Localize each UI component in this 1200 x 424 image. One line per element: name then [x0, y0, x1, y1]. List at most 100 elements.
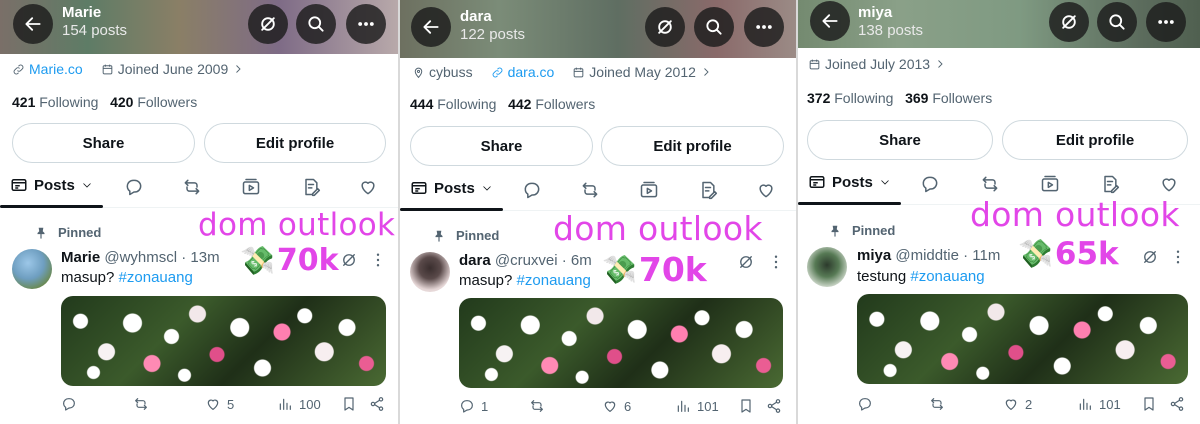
heart-icon — [207, 399, 219, 410]
followers-count[interactable]: 369 — [905, 90, 928, 106]
panel-divider — [398, 0, 400, 424]
avatar[interactable] — [410, 252, 450, 292]
bookmark-button[interactable] — [738, 398, 754, 414]
tab-replies[interactable] — [920, 174, 940, 194]
followers-label[interactable]: Followers — [535, 96, 595, 112]
post-image[interactable] — [857, 294, 1188, 384]
more-button[interactable] — [744, 7, 784, 47]
edit-profile-button[interactable]: Edit profile — [601, 126, 784, 166]
back-button[interactable] — [411, 7, 451, 47]
edit-profile-button[interactable]: Edit profile — [204, 123, 386, 163]
tab-articles[interactable] — [698, 180, 718, 200]
share-icon — [370, 397, 384, 411]
grok-button[interactable] — [1049, 2, 1089, 42]
bookmark-button[interactable] — [341, 396, 357, 412]
tab-posts[interactable]: Posts — [808, 173, 891, 191]
bookmark-button[interactable] — [1141, 396, 1157, 412]
back-button[interactable] — [810, 1, 850, 41]
share-post-button[interactable] — [766, 398, 782, 414]
grok-button[interactable] — [248, 4, 288, 44]
avatar[interactable] — [807, 247, 847, 287]
post-more-button[interactable] — [1169, 248, 1187, 266]
search-button[interactable] — [694, 7, 734, 47]
post-author-name[interactable]: dara — [459, 252, 491, 269]
more-button[interactable] — [346, 4, 386, 44]
overlay-value-text: 70k — [276, 243, 339, 278]
repost-button[interactable] — [529, 398, 551, 414]
chevron-right-icon[interactable] — [700, 66, 712, 78]
hashtag-link[interactable]: #zonauang — [910, 268, 984, 285]
chevron-right-icon[interactable] — [232, 63, 244, 75]
following-count[interactable]: 372 — [807, 90, 830, 106]
like-button[interactable]: 6 — [602, 398, 631, 414]
share-button[interactable]: Share — [807, 120, 993, 160]
website-link[interactable]: dara.co — [508, 64, 555, 80]
reply-button[interactable] — [61, 396, 83, 412]
like-button[interactable]: 5 — [205, 396, 234, 412]
arrow-left-icon — [822, 14, 838, 28]
followers-count[interactable]: 420 — [110, 94, 133, 110]
followers-label[interactable]: Followers — [932, 90, 992, 106]
tab-media[interactable] — [241, 177, 261, 197]
edit-profile-button[interactable]: Edit profile — [1002, 120, 1188, 160]
chevron-right-icon[interactable] — [934, 58, 946, 70]
share-button[interactable]: Share — [410, 126, 593, 166]
chevron-down-icon — [483, 186, 491, 191]
header-posts-count: 138 posts — [858, 22, 924, 39]
grok-button[interactable] — [645, 7, 685, 47]
search-button[interactable] — [296, 4, 336, 44]
grok-post-button[interactable] — [737, 253, 755, 271]
post-image[interactable] — [61, 296, 386, 386]
tab-posts[interactable]: Posts — [410, 179, 493, 197]
repost-button[interactable] — [133, 396, 155, 412]
views-button[interactable]: 101 — [675, 398, 719, 414]
post-more-button[interactable] — [369, 251, 387, 269]
followers-label[interactable]: Followers — [137, 94, 197, 110]
tab-reposts[interactable] — [980, 174, 1000, 194]
tab-reposts[interactable] — [182, 177, 202, 197]
grok-post-button[interactable] — [340, 251, 358, 269]
post-image[interactable] — [459, 298, 783, 388]
tab-posts[interactable]: Posts — [10, 176, 93, 194]
tab-replies[interactable] — [124, 177, 144, 197]
following-label[interactable]: Following — [437, 96, 496, 112]
website-link[interactable]: Marie.co — [29, 61, 83, 77]
followers-count[interactable]: 442 — [508, 96, 531, 112]
post-more-button[interactable] — [767, 253, 785, 271]
tab-articles[interactable] — [1100, 174, 1120, 194]
hashtag-link[interactable]: #zonauang — [119, 269, 193, 286]
tab-likes[interactable] — [358, 177, 378, 197]
like-button[interactable]: 2 — [1003, 396, 1032, 412]
reply-button[interactable]: 1 — [459, 398, 488, 414]
following-count[interactable]: 444 — [410, 96, 433, 112]
tab-media[interactable] — [639, 180, 659, 200]
hashtag-link[interactable]: #zonauang — [517, 272, 591, 289]
tab-likes[interactable] — [1159, 174, 1179, 194]
share-post-button[interactable] — [1169, 396, 1185, 412]
following-count[interactable]: 421 — [12, 94, 35, 110]
overlay-value: 💸 65k — [1018, 236, 1119, 272]
more-button[interactable] — [1146, 2, 1186, 42]
post-author-name[interactable]: miya — [857, 247, 891, 264]
search-button[interactable] — [1097, 2, 1137, 42]
avatar[interactable] — [12, 249, 52, 289]
reply-count: 1 — [481, 398, 489, 414]
reply-button[interactable] — [857, 396, 879, 412]
back-button[interactable] — [13, 4, 53, 44]
post-author-name[interactable]: Marie — [61, 249, 100, 266]
views-button[interactable]: 101 — [1077, 396, 1121, 412]
grok-post-button[interactable] — [1141, 248, 1159, 266]
pin-icon — [435, 230, 443, 242]
tab-articles[interactable] — [301, 177, 321, 197]
repost-button[interactable] — [929, 396, 951, 412]
views-button[interactable]: 100 — [277, 396, 321, 412]
share-button[interactable]: Share — [12, 123, 195, 163]
following-label[interactable]: Following — [834, 90, 893, 106]
tab-media[interactable] — [1040, 174, 1060, 194]
following-label[interactable]: Following — [39, 94, 98, 110]
pinned-label: Pinned — [852, 223, 896, 238]
tab-replies[interactable] — [522, 180, 542, 200]
tab-likes[interactable] — [756, 180, 776, 200]
share-post-button[interactable] — [369, 396, 385, 412]
tab-reposts[interactable] — [580, 180, 600, 200]
